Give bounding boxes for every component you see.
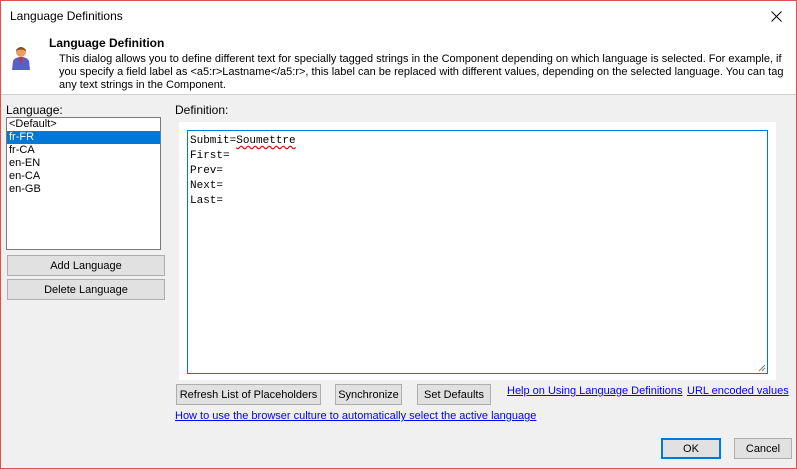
language-definitions-dialog: Language Definitions Language Definition… <box>0 0 797 469</box>
language-listbox[interactable]: <Default> fr-FR fr-CA en-EN en-CA en-GB <box>6 117 161 250</box>
header-panel: Language Definition This dialog allows y… <box>1 32 796 95</box>
refresh-placeholders-button[interactable]: Refresh List of Placeholders <box>176 384 321 405</box>
header-title: Language Definition <box>49 36 165 50</box>
definition-value: Soumettre <box>236 135 296 147</box>
language-list-item[interactable]: en-GB <box>7 183 160 196</box>
definition-label: Definition: <box>175 103 229 117</box>
definition-line: Next= <box>190 179 765 194</box>
definition-line: Last= <box>190 194 765 209</box>
language-label: Language: <box>6 103 63 117</box>
language-list-item[interactable]: en-CA <box>7 170 160 183</box>
resize-grip-icon[interactable] <box>758 364 766 372</box>
definition-line: Submit=Soumettre <box>190 134 765 149</box>
definition-key: Submit= <box>190 135 237 147</box>
ok-button[interactable]: OK <box>661 438 721 459</box>
definition-key: First= <box>190 150 230 162</box>
definition-panel: Submit=Soumettre First= Prev= Next= Last= <box>179 122 776 380</box>
header-description: This dialog allows you to define differe… <box>59 53 784 91</box>
delete-language-button[interactable]: Delete Language <box>7 279 165 300</box>
language-list-item[interactable]: en-EN <box>7 157 160 170</box>
title-bar: Language Definitions <box>1 1 796 32</box>
language-list-item[interactable]: fr-FR <box>7 131 160 144</box>
close-button[interactable] <box>756 1 796 32</box>
language-list-item[interactable]: <Default> <box>7 118 160 131</box>
cancel-button[interactable]: Cancel <box>734 438 792 459</box>
definition-line: Prev= <box>190 164 765 179</box>
definition-line: First= <box>190 149 765 164</box>
synchronize-button[interactable]: Synchronize <box>335 384 402 405</box>
window-title: Language Definitions <box>10 9 123 23</box>
definition-key: Last= <box>190 195 224 207</box>
definition-key: Next= <box>190 180 224 192</box>
help-language-definitions-link[interactable]: Help on Using Language Definitions <box>507 385 683 397</box>
set-defaults-button[interactable]: Set Defaults <box>417 384 491 405</box>
browser-culture-link[interactable]: How to use the browser culture to automa… <box>175 410 536 422</box>
person-icon <box>12 47 30 70</box>
close-icon <box>770 11 782 22</box>
definition-textarea[interactable]: Submit=Soumettre First= Prev= Next= Last= <box>187 130 768 374</box>
add-language-button[interactable]: Add Language <box>7 255 165 276</box>
language-list-item[interactable]: fr-CA <box>7 144 160 157</box>
url-encoded-values-link[interactable]: URL encoded values <box>687 385 789 397</box>
definition-key: Prev= <box>190 165 224 177</box>
